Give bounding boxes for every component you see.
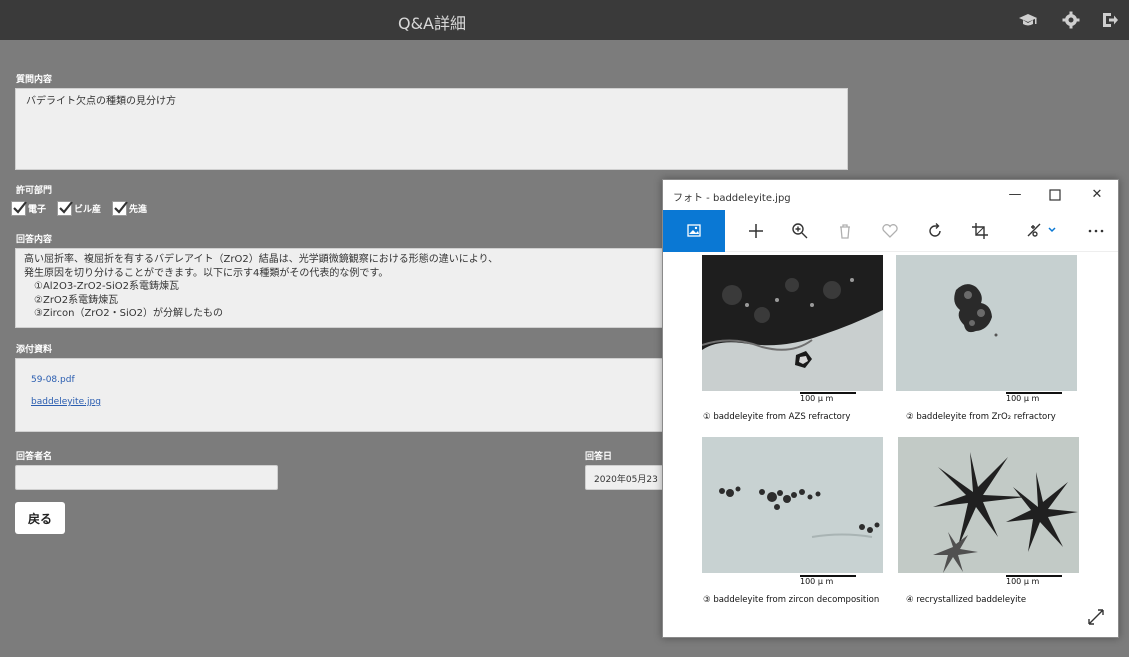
caption-2: ② baddeleyite from ZrO₂ refractory: [906, 412, 1056, 422]
graduation-cap-icon[interactable]: [1018, 10, 1038, 30]
micrograph-zro2: [896, 255, 1077, 391]
rotate-icon[interactable]: [925, 221, 945, 241]
scale-label: 100 μ m: [1006, 577, 1040, 586]
zoom-in-icon[interactable]: [790, 221, 810, 241]
scale-bar: 100 μ m: [800, 575, 856, 586]
answer-line: ③Zircon（ZrO2・SiO2）が分解したもの: [24, 308, 223, 319]
minimize-icon[interactable]: —: [1005, 185, 1025, 205]
question-textarea[interactable]: バデライト欠点の種類の見分け方: [15, 88, 848, 170]
checkbox[interactable]: [11, 201, 27, 216]
responder-label: 回答者名: [16, 452, 53, 462]
checkbox-label: 先進: [129, 205, 148, 215]
trash-icon[interactable]: [835, 221, 855, 241]
photo-toolbar: [663, 210, 1118, 252]
more-icon[interactable]: [1086, 221, 1106, 241]
attachments-box: [15, 358, 675, 432]
micrograph-zircon: [702, 437, 883, 573]
back-button[interactable]: 戻る: [15, 502, 65, 534]
photo-viewer-window[interactable]: フォト - baddeleyite.jpg — ✕ 100 μ m ① badd…: [662, 179, 1119, 638]
answer-line: ②ZrO2系電鋳煉瓦: [24, 294, 119, 306]
gear-icon[interactable]: [1061, 10, 1081, 30]
maximize-icon[interactable]: [1045, 185, 1065, 205]
answer-line: 高い屈折率、複屈折を有するバデレアイト（ZrO2）結晶は、光学顕微鏡観察における…: [24, 254, 499, 265]
departments-label: 許可部門: [16, 186, 53, 196]
caption-1: ① baddeleyite from AZS refractory: [703, 412, 851, 422]
answer-line: ①Al2O3-ZrO2-SiO2系電鋳煉瓦: [24, 281, 179, 292]
answer-label: 回答内容: [16, 235, 53, 245]
question-label: 質問内容: [16, 75, 53, 85]
scale-bar: 100 μ m: [1006, 392, 1062, 403]
expand-icon[interactable]: [1086, 607, 1106, 627]
edit-icon[interactable]: [1025, 221, 1061, 241]
responder-input[interactable]: [15, 465, 278, 490]
scale-bar: 100 μ m: [800, 392, 856, 403]
answer-line: 発生原因を切り分けることができます。以下に示す4種類がその代表的な例です。: [24, 267, 389, 279]
top-bar: Q&A詳細: [0, 0, 1129, 40]
department-checkbox-birusan[interactable]: ビル産: [57, 201, 101, 216]
photo-canvas[interactable]: 100 μ m ① baddeleyite from AZS refractor…: [663, 252, 1120, 639]
heart-icon[interactable]: [880, 221, 900, 241]
attachments-label: 添付資料: [16, 345, 53, 355]
scale-label: 100 μ m: [800, 577, 834, 586]
micrograph-recrystallized: [898, 437, 1079, 573]
logout-icon[interactable]: [1100, 10, 1120, 30]
crop-icon[interactable]: [970, 221, 990, 241]
checkbox[interactable]: [112, 201, 128, 216]
question-text: バデライト欠点の種類の見分け方: [26, 96, 176, 107]
image-icon[interactable]: [663, 210, 725, 252]
answer-textarea[interactable]: 高い屈折率、複屈折を有するバデレアイト（ZrO2）結晶は、光学顕微鏡観察における…: [15, 248, 675, 328]
checkbox-label: ビル産: [74, 205, 102, 215]
caption-3: ③ baddeleyite from zircon decomposition: [703, 595, 880, 605]
department-checkbox-denshi[interactable]: 電子: [11, 201, 46, 216]
department-checkbox-senshin[interactable]: 先進: [112, 201, 147, 216]
checkbox[interactable]: [57, 201, 73, 216]
answer-text: 高い屈折率、複屈折を有するバデレアイト（ZrO2）結晶は、光学顕微鏡観察における…: [16, 249, 674, 325]
scale-label: 100 μ m: [1006, 394, 1040, 403]
answer-date-value: 2020年05月23: [594, 475, 658, 485]
attachment-link-jpg[interactable]: baddeleyite.jpg: [31, 397, 101, 407]
window-title: フォト - baddeleyite.jpg: [673, 193, 791, 204]
plus-icon[interactable]: [746, 221, 766, 241]
scale-bar: 100 μ m: [1006, 575, 1062, 586]
scale-label: 100 μ m: [800, 394, 834, 403]
window-titlebar[interactable]: フォト - baddeleyite.jpg — ✕: [663, 180, 1118, 210]
page-title: Q&A詳細: [397, 14, 467, 33]
attachment-link-pdf[interactable]: 59-08.pdf: [31, 375, 75, 385]
caption-4: ④ recrystallized baddeleyite: [906, 595, 1027, 605]
close-icon[interactable]: ✕: [1087, 185, 1107, 205]
answer-date-label: 回答日: [585, 452, 613, 462]
micrograph-azs: [702, 255, 883, 391]
checkbox-label: 電子: [28, 205, 47, 215]
